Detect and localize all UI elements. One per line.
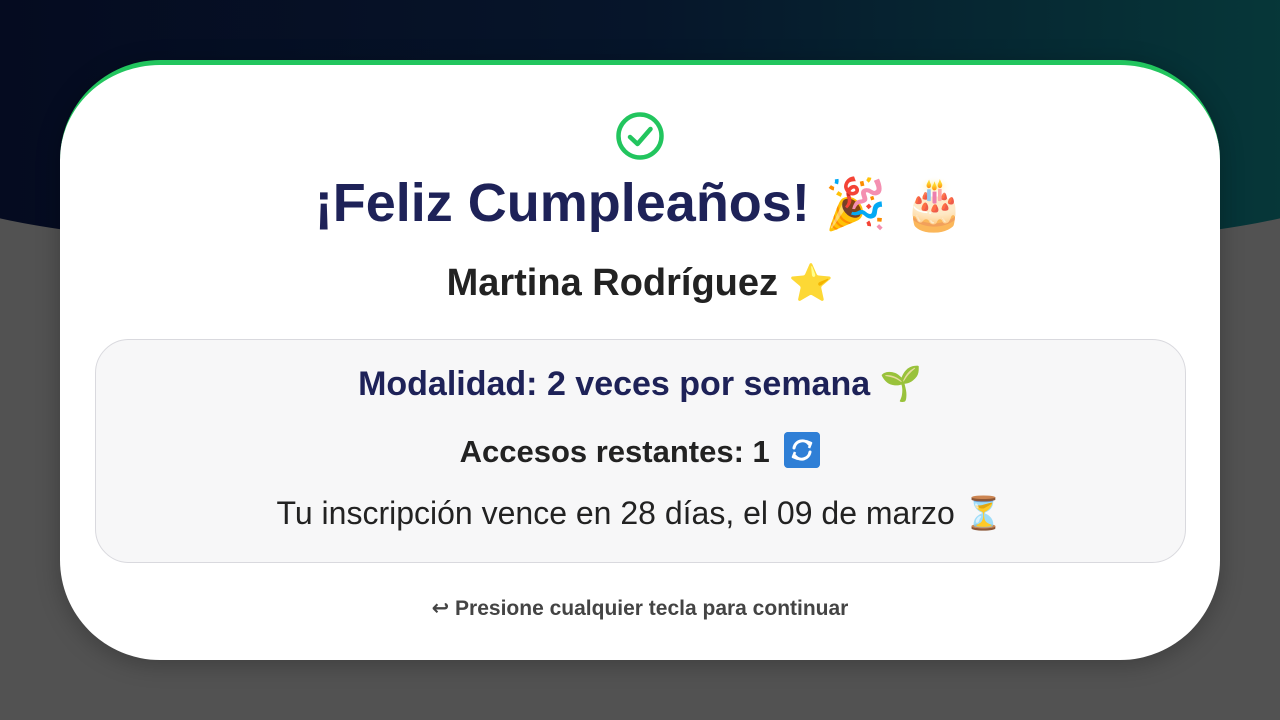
modalidad-text: Modalidad: 2 veces por semana xyxy=(358,365,871,403)
seedling-icon: 🌱 xyxy=(879,364,922,404)
member-name-text: Martina Rodríguez xyxy=(446,262,779,304)
continue-hint: ↩ Presione cualquier tecla para continua… xyxy=(0,596,1280,621)
page-title: ¡Feliz Cumpleaños! 🎉 🎂 xyxy=(0,172,1280,234)
hourglass-icon: ⏳ xyxy=(963,494,1004,532)
party-popper-icon: 🎉 🎂 xyxy=(824,175,966,233)
refresh-icon xyxy=(784,432,821,468)
modalidad-line: Modalidad: 2 veces por semana 🌱 xyxy=(0,364,1280,404)
vence-text: Tu inscripción vence en 28 días, el 09 d… xyxy=(276,495,955,531)
star-icon: ⭐ xyxy=(788,263,834,304)
kiosk-screen: ¡Feliz Cumpleaños! 🎉 🎂 Martina Rodríguez… xyxy=(0,0,1280,720)
vence-line: Tu inscripción vence en 28 días, el 09 d… xyxy=(0,494,1280,532)
continue-hint-text: ↩ Presione cualquier tecla para continua… xyxy=(431,597,849,620)
check-circle-icon xyxy=(616,112,664,160)
accesos-text: Accesos restantes: 1 xyxy=(459,434,770,469)
member-name: Martina Rodríguez ⭐ xyxy=(0,262,1280,305)
accesos-line: Accesos restantes: 1 xyxy=(0,432,1280,470)
title-text: ¡Feliz Cumpleaños! xyxy=(314,173,810,233)
